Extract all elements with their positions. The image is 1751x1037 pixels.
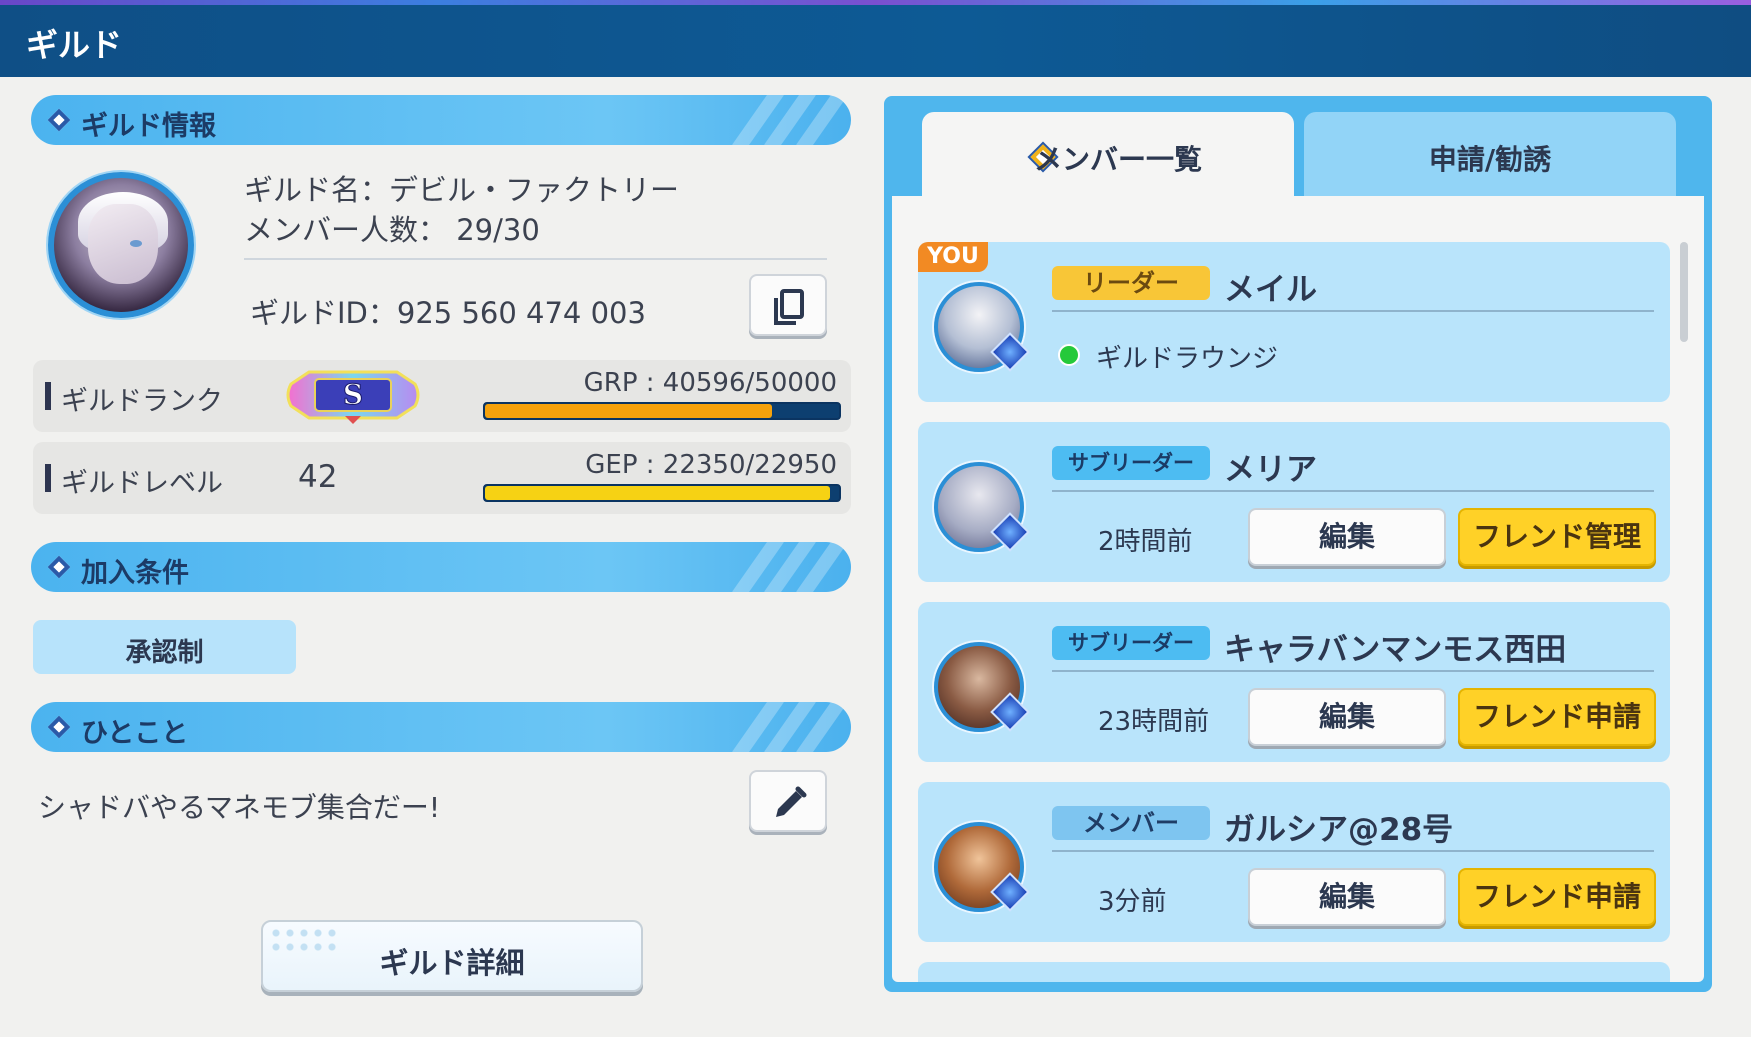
last-login: 23時間前 <box>1098 707 1210 737</box>
guild-detail-button[interactable]: ギルド詳細 <box>261 920 643 992</box>
tab-member-list-label: メンバー一覧 <box>1033 143 1202 176</box>
last-login: 2時間前 <box>1098 527 1193 557</box>
gep-progress-bar <box>483 484 841 502</box>
guild-member-count: メンバー人数： 29/30 <box>244 213 540 247</box>
comment-title: ひとこと <box>81 718 189 749</box>
grp-progress-bar <box>483 402 841 420</box>
rank-letter: S <box>343 378 363 411</box>
pencil-icon <box>776 786 807 817</box>
comment-header: ひとこと <box>31 702 851 752</box>
tab-requests-label: 申請/勧誘 <box>1428 143 1552 176</box>
guild-info-header: ギルド情報 <box>31 95 851 145</box>
member-name: ガルシア@28号 <box>1224 812 1454 848</box>
join-conditions-header: 加入条件 <box>31 542 851 592</box>
guild-name: ギルド名：デビル・ファクトリー <box>244 173 680 207</box>
member-panel: メンバー一覧 申請/勧誘 YOU リーダー メイル ギルドラウンジ サブリーダー… <box>884 96 1712 992</box>
member-name: メイル <box>1224 272 1317 308</box>
member-row[interactable]: サブリーダー キャラバンマンモス西田 23時間前 編集 フレンド申請 <box>918 602 1670 762</box>
divider <box>244 258 827 260</box>
diamond-icon <box>47 108 71 132</box>
scrollbar[interactable] <box>1680 242 1688 342</box>
member-list[interactable]: YOU リーダー メイル ギルドラウンジ サブリーダー メリア 2時間前 編集 … <box>892 196 1704 982</box>
edit-button[interactable]: 編集 <box>1248 508 1446 566</box>
diamond-icon <box>47 555 71 579</box>
member-row[interactable]: メンバー ガルシア@28号 3分前 編集 フレンド申請 <box>918 782 1670 942</box>
member-row[interactable]: YOU リーダー メイル ギルドラウンジ <box>918 242 1670 402</box>
guild-detail-label: ギルド詳細 <box>379 946 525 980</box>
member-location: ギルドラウンジ <box>1096 344 1279 374</box>
join-condition-badge: 承認制 <box>33 620 296 674</box>
tab-member-list[interactable]: メンバー一覧 <box>922 112 1294 204</box>
friend-manage-button[interactable]: フレンド管理 <box>1458 508 1656 566</box>
guild-rank-label: ギルドランク <box>61 386 223 417</box>
edit-button[interactable]: 編集 <box>1248 688 1446 746</box>
online-status-icon <box>1058 344 1080 366</box>
member-row[interactable]: サブリーダー メリア 2時間前 編集 フレンド管理 <box>918 422 1670 582</box>
friend-request-button[interactable]: フレンド申請 <box>1458 688 1656 746</box>
rank-s-badge-icon: S <box>286 370 420 424</box>
diamond-icon <box>47 715 71 739</box>
copy-icon <box>774 289 804 325</box>
copy-id-button[interactable] <box>749 274 827 336</box>
member-row[interactable] <box>918 962 1670 982</box>
tab-requests[interactable]: 申請/勧誘 <box>1304 112 1676 204</box>
role-badge: メンバー <box>1052 806 1210 840</box>
you-badge: YOU <box>918 242 988 272</box>
gep-text: GEP : 22350/22950 <box>585 450 837 480</box>
edit-button[interactable]: 編集 <box>1248 868 1446 926</box>
guild-rank-row: ギルドランク S GRP : 40596/50000 <box>33 360 851 432</box>
role-badge: サブリーダー <box>1052 626 1210 660</box>
join-condition-value: 承認制 <box>125 638 204 668</box>
role-badge: リーダー <box>1052 266 1210 300</box>
edit-comment-button[interactable] <box>749 770 827 832</box>
guild-level-label: ギルドレベル <box>61 468 223 499</box>
top-bar: ギルド <box>0 0 1751 77</box>
guild-level-value: 42 <box>298 459 338 495</box>
member-name: メリア <box>1224 452 1317 488</box>
role-badge: サブリーダー <box>1052 446 1210 480</box>
join-conditions-title: 加入条件 <box>81 558 189 589</box>
guild-emblem[interactable] <box>48 172 194 318</box>
guild-id: ギルドID：925 560 474 003 <box>250 296 646 330</box>
guild-info-title: ギルド情報 <box>81 111 216 142</box>
friend-request-button[interactable]: フレンド申請 <box>1458 868 1656 926</box>
guild-comment: シャドバやるマネモブ集合だー! <box>38 791 441 824</box>
screen-title: ギルド <box>26 26 123 64</box>
last-login: 3分前 <box>1098 887 1167 917</box>
member-name: キャラバンマンモス西田 <box>1224 632 1567 668</box>
grp-text: GRP : 40596/50000 <box>583 368 837 398</box>
guild-level-row: ギルドレベル 42 GEP : 22350/22950 <box>33 442 851 514</box>
